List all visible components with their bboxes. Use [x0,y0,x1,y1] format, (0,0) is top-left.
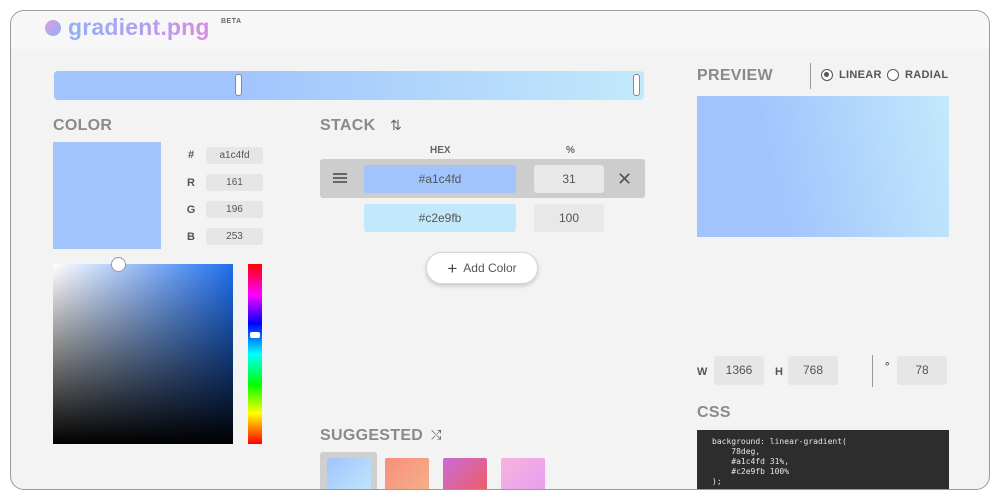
add-color-button[interactable]: + Add Color [426,252,538,284]
suggestion-swatch-2[interactable] [385,458,429,489]
gradient-stop-handle-2[interactable] [633,74,640,96]
stop-percent-2[interactable]: 100 [534,204,604,232]
css-section-title: CSS [697,404,731,421]
logo-icon [45,20,61,36]
g-label: G [186,204,196,216]
remove-stop-icon[interactable]: ✕ [617,169,632,189]
gradient-stop-handle-1[interactable] [235,74,242,96]
stop-hex-1[interactable]: #a1c4fd [364,165,516,193]
drag-handle-icon[interactable] [333,173,347,183]
gradient-preview [697,96,949,237]
angle-input[interactable]: 78 [897,356,947,385]
divider [872,355,873,387]
color-swatch [53,142,161,249]
hex-input[interactable]: a1c4fd [206,147,263,164]
linear-label: LINEAR [839,69,882,81]
preview-section-title: PREVIEW [697,67,773,84]
add-color-label: Add Color [463,261,517,275]
divider [810,63,811,89]
stop-percent-1[interactable]: 31 [534,165,604,193]
g-input[interactable]: 196 [206,201,263,218]
plus-icon: + [447,258,458,278]
b-input[interactable]: 253 [206,228,263,245]
angle-label: ° [885,361,890,373]
radial-radio[interactable] [887,69,899,81]
app-title: gradient.png [68,14,210,40]
b-label: B [187,231,195,243]
width-label: W [697,366,708,378]
r-input[interactable]: 161 [206,174,263,191]
app-window: gradient.png BETA COLOR # a1c4fd R 161 G… [10,10,990,490]
hex-label: # [187,149,195,161]
width-input[interactable]: 1366 [714,356,764,385]
suggestion-swatch-3[interactable] [443,458,487,489]
stop-hex-2[interactable]: #c2e9fb [364,204,516,232]
saturation-value-picker[interactable] [53,264,233,444]
sort-arrows-icon[interactable]: ⇅ [390,117,402,134]
height-input[interactable]: 768 [788,356,838,385]
css-code-block[interactable]: background: linear-gradient( 78deg, #a1c… [697,430,949,489]
percent-column-header: % [566,145,575,156]
suggested-section-title: SUGGESTED [320,427,424,444]
suggestion-swatch-4[interactable] [501,458,545,489]
gradient-bar[interactable] [54,71,644,100]
r-label: R [187,177,195,189]
header: gradient.png BETA [11,11,989,49]
suggestion-swatch-1[interactable] [327,458,371,489]
hue-slider[interactable] [248,264,262,444]
stack-section-title: STACK [320,117,376,134]
shuffle-icon[interactable]: ⤭ [431,427,441,443]
radial-label: RADIAL [905,69,949,81]
beta-badge: BETA [221,18,242,25]
hue-knob[interactable] [250,332,260,338]
hex-column-header: HEX [430,145,451,156]
height-label: H [775,366,783,378]
saturation-knob[interactable] [111,257,126,272]
linear-radio[interactable] [821,69,833,81]
color-section-title: COLOR [53,117,113,134]
